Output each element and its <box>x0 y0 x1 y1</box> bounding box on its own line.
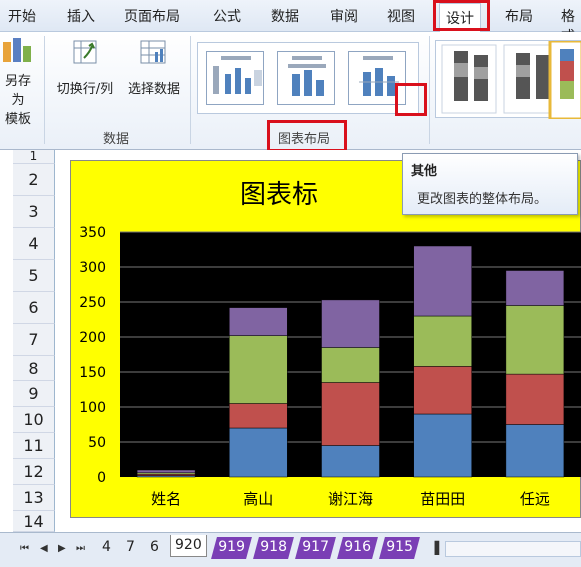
next-sheet-icon[interactable]: ▶ <box>58 543 66 554</box>
row-header[interactable]: 5 <box>13 260 55 292</box>
tab-page-layout[interactable]: 页面布局 <box>124 6 180 26</box>
y-tick-label: 50 <box>88 435 106 451</box>
design-tab-highlight <box>433 0 490 31</box>
bar-segment[interactable] <box>229 307 288 336</box>
sheet-tab-active[interactable]: 920 <box>170 535 207 557</box>
tab-insert[interactable]: 插入 <box>67 6 95 26</box>
sheet-tab[interactable]: 917 <box>295 537 336 559</box>
chart-layout-2[interactable] <box>277 51 335 105</box>
tab-home[interactable]: 开始 <box>8 6 36 26</box>
ribbon-tab-bar: 开始 插入 页面布局 公式 数据 审阅 视图 设计 布局 格式 <box>0 0 581 45</box>
row-header[interactable]: 10 <box>13 407 55 433</box>
switch-row-column-icon <box>73 40 97 64</box>
tooltip-title: 其他 <box>411 164 438 179</box>
last-sheet-icon[interactable]: ⏭ <box>76 543 85 554</box>
bar-segment[interactable] <box>321 382 380 446</box>
x-tick-label: 谢江海 <box>328 490 373 508</box>
row-header[interactable]: 4 <box>13 228 55 260</box>
row-header[interactable]: 1 <box>13 150 55 164</box>
bar-segment[interactable] <box>229 335 288 404</box>
group-separator <box>190 36 191 144</box>
y-tick-label: 250 <box>79 295 106 311</box>
x-tick-label: 姓名 <box>151 490 181 508</box>
x-tick-label: 高山 <box>243 490 273 508</box>
prev-sheet-icon[interactable]: ◀ <box>40 543 48 554</box>
y-tick-label: 200 <box>79 330 106 346</box>
bar-segment[interactable] <box>229 427 288 478</box>
tab-split-handle[interactable]: ▐ <box>430 541 439 555</box>
select-data-button[interactable]: 选择数据 <box>122 38 186 97</box>
row-header[interactable]: 13 <box>13 485 55 511</box>
bar-segment[interactable] <box>413 245 472 317</box>
sheet-tab[interactable]: 916 <box>337 537 378 559</box>
tab-review[interactable]: 审阅 <box>330 6 358 26</box>
row-header[interactable]: 9 <box>13 381 55 407</box>
select-data-icon <box>140 40 166 64</box>
group-separator <box>429 36 430 144</box>
bar-segment[interactable] <box>505 424 565 478</box>
y-tick-label: 0 <box>97 470 106 486</box>
bar-segment[interactable] <box>505 305 565 375</box>
sheet-tab[interactable]: 6 <box>146 537 163 559</box>
row-header[interactable]: 14 <box>13 511 55 532</box>
bar-segment[interactable] <box>413 366 472 415</box>
y-tick-label: 150 <box>79 365 106 381</box>
ribbon: 另存为 模板 切换行/列 选择数据 数据 图表布局 <box>0 32 581 152</box>
tab-data[interactable]: 数据 <box>271 6 299 26</box>
tooltip-description: 更改图表的整体布局。 <box>417 192 548 207</box>
data-group-label: 数据 <box>103 132 130 147</box>
row-header[interactable]: 8 <box>13 356 55 381</box>
more-button-highlight <box>395 83 427 116</box>
row-header[interactable]: 12 <box>13 459 55 485</box>
bar-segment[interactable] <box>505 270 565 306</box>
row-header[interactable]: 11 <box>13 433 55 459</box>
sheet-tab[interactable]: 4 <box>98 537 115 559</box>
y-tick-label: 300 <box>79 260 106 276</box>
horizontal-scrollbar[interactable] <box>445 541 581 557</box>
first-sheet-icon[interactable]: ⏮ <box>20 543 29 554</box>
chart-layout-1[interactable] <box>206 51 264 105</box>
bar-segment[interactable] <box>413 315 472 367</box>
bar-segment[interactable] <box>321 347 380 383</box>
row-header[interactable]: 7 <box>13 324 55 356</box>
bar-segment[interactable] <box>413 413 472 478</box>
bar-segment[interactable] <box>321 445 380 478</box>
more-layouts-tooltip: 其他 更改图表的整体布局。 <box>402 153 578 215</box>
bar-segment[interactable] <box>321 299 380 348</box>
tab-layout[interactable]: 布局 <box>505 6 533 26</box>
excel-window: 开始 插入 页面布局 公式 数据 审阅 视图 设计 布局 格式 另存为 模板 <box>0 0 581 567</box>
y-tick-label: 100 <box>79 400 106 416</box>
sheet-tab[interactable]: 915 <box>379 537 420 559</box>
template-icon <box>3 38 31 62</box>
x-tick-label: 任远 <box>520 490 550 508</box>
row-header[interactable]: 6 <box>13 292 55 324</box>
row-header[interactable]: 3 <box>13 196 55 228</box>
bar-segment[interactable] <box>505 373 565 425</box>
chart-styles-gallery <box>435 39 581 121</box>
save-as-template-button[interactable]: 另存为 模板 <box>0 38 36 127</box>
y-tick-label: 350 <box>79 225 106 241</box>
tab-formulas[interactable]: 公式 <box>213 6 241 26</box>
bar-segment[interactable] <box>229 403 288 429</box>
sheet-tab-bar: ⏮ ◀ ▶ ⏭ 4 7 6 920 919 918 917 916 915 ▐ <box>0 532 581 567</box>
sheet-tab[interactable]: 7 <box>122 537 139 559</box>
chart-layout-label-highlight <box>267 120 347 152</box>
chart-layout-gallery: ▲ ▼ ▾ <box>197 42 419 114</box>
tab-view[interactable]: 视图 <box>387 6 415 26</box>
sheet-tab[interactable]: 918 <box>253 537 294 559</box>
row-header[interactable]: 2 <box>13 164 55 196</box>
switch-row-column-button[interactable]: 切换行/列 <box>50 38 120 97</box>
group-separator <box>44 36 45 144</box>
bar-segment[interactable] <box>136 469 196 474</box>
sheet-tab[interactable]: 919 <box>211 537 252 559</box>
x-tick-label: 苗田田 <box>420 490 465 508</box>
